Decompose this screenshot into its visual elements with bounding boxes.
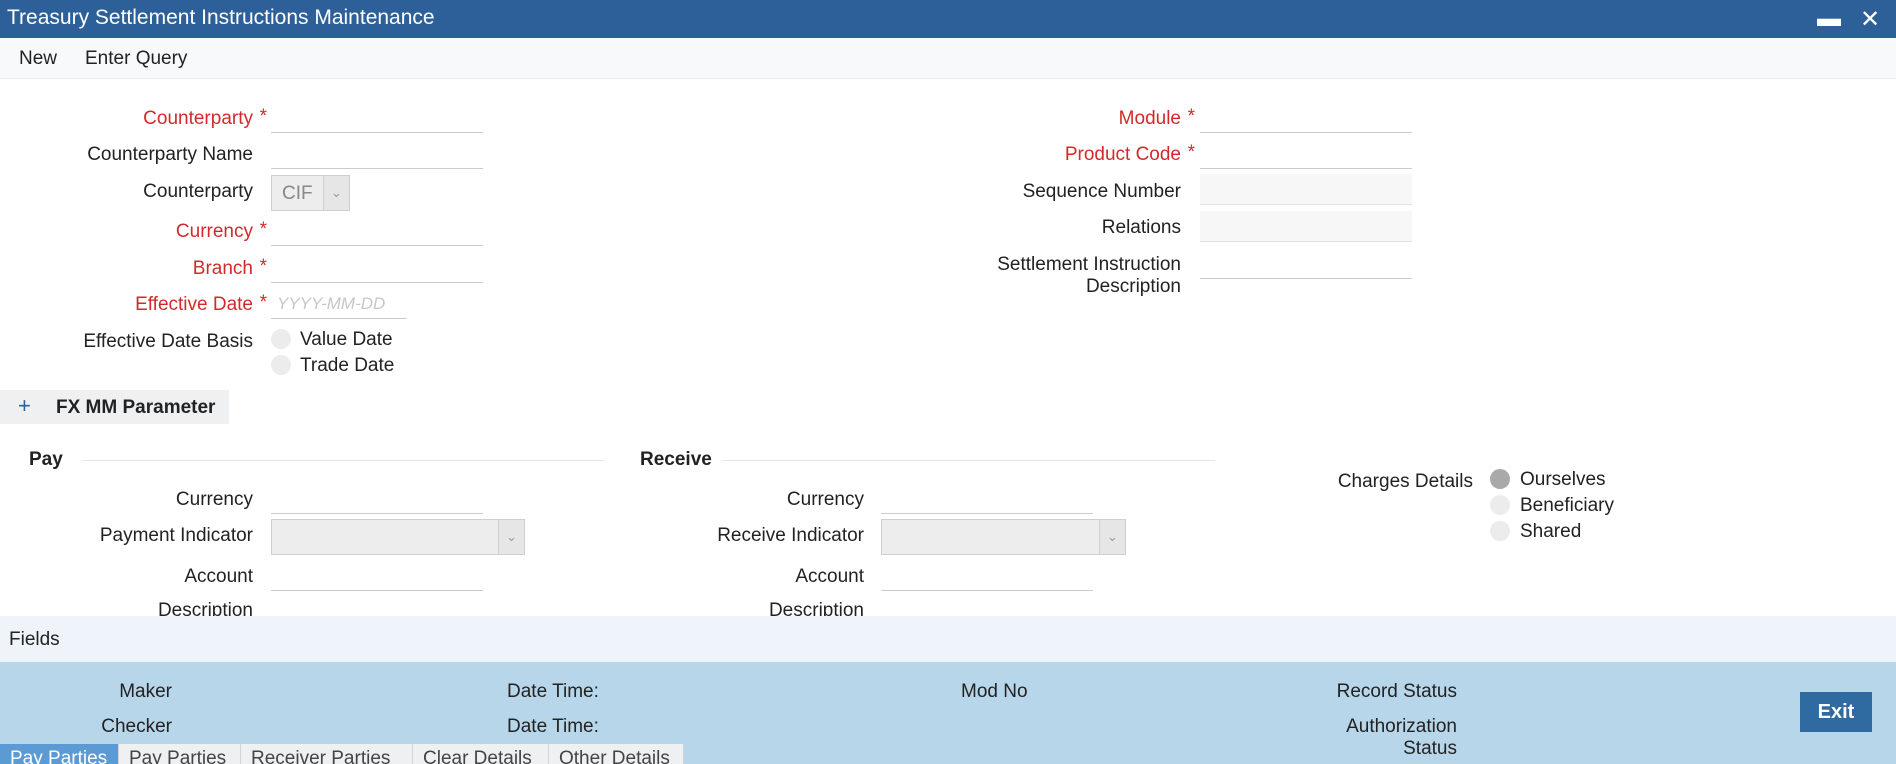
checker-label: Checker bbox=[101, 716, 172, 737]
currency-input[interactable] bbox=[271, 217, 483, 246]
branch-label: Branch * bbox=[192, 256, 267, 279]
effective-date-placeholder: YYYY-MM-DD bbox=[277, 294, 386, 313]
counterparty-input[interactable] bbox=[271, 104, 483, 133]
relations-label: Relations bbox=[1101, 217, 1181, 238]
checker-date-time-label: Date Time: bbox=[507, 716, 599, 737]
trade-date-radio[interactable] bbox=[271, 355, 291, 375]
counterparty-label: Counterparty * bbox=[143, 106, 267, 129]
fields-bar[interactable]: Fields bbox=[0, 616, 1896, 662]
beneficiary-radio[interactable] bbox=[1490, 495, 1510, 515]
receive-divider bbox=[722, 460, 1215, 461]
currency-label: Currency * bbox=[175, 219, 267, 242]
tab-clear-details[interactable]: Clear Details bbox=[413, 744, 549, 764]
chevron-down-icon: ⌄ bbox=[323, 176, 349, 210]
settlement-description-label: Settlement Instruction Description bbox=[997, 254, 1181, 297]
menu-bar: New Enter Query bbox=[0, 38, 1896, 79]
tab-receiver-parties[interactable]: Receiver Parties bbox=[241, 744, 413, 764]
pay-currency-label: Currency bbox=[175, 489, 253, 510]
maker-label: Maker bbox=[119, 681, 172, 702]
tab-pay-parties-2[interactable]: Pay Parties bbox=[119, 744, 241, 764]
section-title: FX MM Parameter bbox=[56, 397, 216, 418]
branch-input[interactable] bbox=[271, 254, 483, 283]
shared-radio[interactable] bbox=[1490, 521, 1510, 541]
pay-divider bbox=[82, 460, 604, 461]
tab-other-details[interactable]: Other Details bbox=[549, 744, 684, 764]
beneficiary-label: Beneficiary bbox=[1520, 495, 1614, 516]
chevron-down-icon: ⌄ bbox=[1099, 520, 1125, 554]
charges-details-label: Charges Details bbox=[1337, 471, 1473, 492]
minimize-icon[interactable]: ▬ bbox=[1817, 5, 1841, 33]
ourselves-radio[interactable] bbox=[1490, 469, 1510, 489]
fields-label: Fields bbox=[9, 629, 60, 650]
product-code-label: Product Code * bbox=[1064, 142, 1195, 165]
sequence-number-field bbox=[1200, 174, 1412, 205]
title-bar: Treasury Settlement Instructions Mainten… bbox=[0, 0, 1896, 38]
receive-description-label: Description bbox=[768, 600, 864, 616]
pay-account-input[interactable] bbox=[271, 562, 483, 591]
counterparty-name-label: Counterparty Name bbox=[87, 144, 253, 165]
enter-query-menu-item[interactable]: Enter Query bbox=[85, 48, 187, 70]
effective-date-basis-label: Effective Date Basis bbox=[83, 331, 253, 352]
receive-currency-label: Currency bbox=[786, 489, 864, 510]
payment-indicator-select[interactable]: ⌄ bbox=[271, 519, 525, 555]
value-date-label: Value Date bbox=[300, 329, 393, 350]
tab-pay-parties[interactable]: Pay Parties bbox=[0, 744, 119, 764]
counterparty-name-input[interactable] bbox=[271, 140, 483, 169]
receive-indicator-label: Receive Indicator bbox=[717, 525, 864, 546]
module-label: Module * bbox=[1118, 106, 1195, 129]
product-code-input[interactable] bbox=[1200, 140, 1412, 169]
effective-date-input[interactable]: YYYY-MM-DD bbox=[271, 290, 407, 319]
new-menu-item[interactable]: New bbox=[19, 48, 57, 70]
shared-label: Shared bbox=[1520, 521, 1582, 542]
description-row: Description Description bbox=[0, 596, 1896, 616]
receive-currency-input[interactable] bbox=[881, 485, 1093, 514]
close-icon[interactable]: ✕ bbox=[1860, 5, 1880, 34]
receive-account-input[interactable] bbox=[881, 562, 1093, 591]
window-title: Treasury Settlement Instructions Mainten… bbox=[7, 6, 435, 29]
payment-indicator-label: Payment Indicator bbox=[99, 525, 253, 546]
value-date-radio[interactable] bbox=[271, 329, 291, 349]
effective-date-label: Effective Date * bbox=[135, 292, 267, 315]
receive-account-label: Account bbox=[795, 566, 864, 587]
trade-date-label: Trade Date bbox=[300, 355, 395, 376]
settlement-description-input[interactable] bbox=[1200, 250, 1412, 279]
counterparty-type-label: Counterparty bbox=[143, 181, 253, 202]
pay-description-label: Description bbox=[157, 600, 253, 616]
module-input[interactable] bbox=[1200, 104, 1412, 133]
authorization-status-label: Authorization Status bbox=[1346, 716, 1457, 759]
chevron-down-icon: ⌄ bbox=[498, 520, 524, 554]
counterparty-type-value: CIF bbox=[282, 183, 313, 204]
pay-group-title: Pay bbox=[29, 449, 63, 470]
exit-button[interactable]: Exit bbox=[1800, 692, 1872, 732]
record-status-label: Record Status bbox=[1336, 681, 1457, 702]
pay-account-label: Account bbox=[184, 566, 253, 587]
receive-indicator-select[interactable]: ⌄ bbox=[881, 519, 1126, 555]
plus-icon[interactable]: + bbox=[18, 393, 31, 419]
fx-mm-parameter-section[interactable]: + FX MM Parameter bbox=[0, 390, 229, 424]
receive-group-title: Receive bbox=[640, 449, 712, 470]
counterparty-type-select[interactable]: CIF ⌄ bbox=[271, 175, 350, 211]
maker-date-time-label: Date Time: bbox=[507, 681, 599, 702]
relations-field bbox=[1200, 211, 1412, 242]
ourselves-label: Ourselves bbox=[1520, 469, 1606, 490]
pay-currency-input[interactable] bbox=[271, 485, 483, 514]
sequence-number-label: Sequence Number bbox=[1022, 181, 1181, 202]
mod-no-label: Mod No bbox=[961, 681, 1028, 702]
tab-strip: Pay Parties Pay Parties Receiver Parties… bbox=[0, 744, 700, 764]
